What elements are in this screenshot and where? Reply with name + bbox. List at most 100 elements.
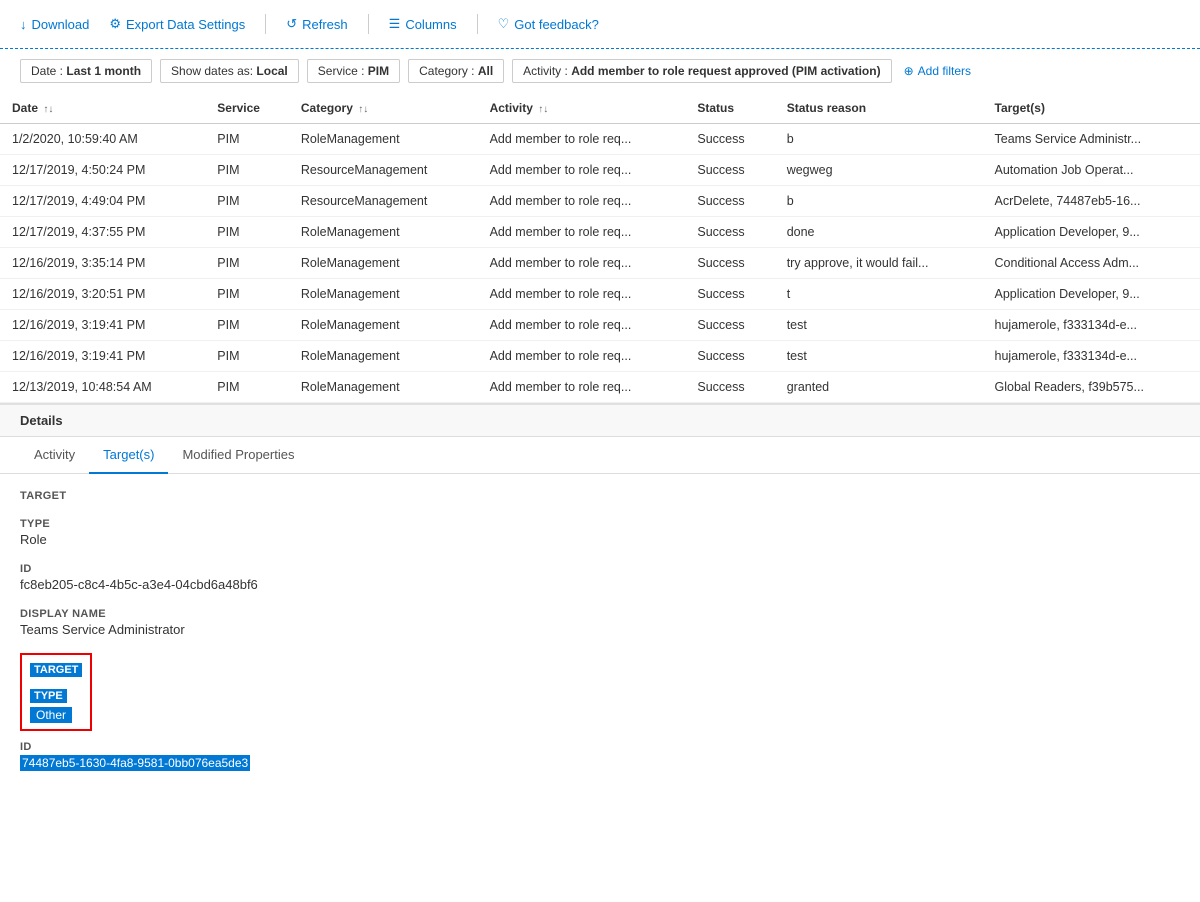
cell-status_reason: done [775, 217, 983, 248]
details-tabs: Activity Target(s) Modified Properties [0, 437, 1200, 474]
cell-date: 12/13/2019, 10:48:54 AM [0, 372, 205, 403]
table-row[interactable]: 12/16/2019, 3:19:41 PMPIMRoleManagementA… [0, 310, 1200, 341]
col-header-category[interactable]: Category ↑↓ [289, 93, 478, 124]
filter-chip-category[interactable]: Category : All [408, 59, 504, 83]
cell-service: PIM [205, 186, 289, 217]
feedback-icon: ♡ [498, 16, 510, 32]
details-header: Details [0, 405, 1200, 437]
table-row[interactable]: 12/17/2019, 4:50:24 PMPIMResourceManagem… [0, 155, 1200, 186]
cell-activity: Add member to role req... [478, 279, 686, 310]
cell-date: 12/16/2019, 3:19:41 PM [0, 341, 205, 372]
cell-status_reason: granted [775, 372, 983, 403]
download-button[interactable]: ↓ Download [20, 17, 89, 32]
table-header-row: Date ↑↓ Service Category ↑↓ Activity ↑↓ … [0, 93, 1200, 124]
id-value-2[interactable]: 74487eb5-1630-4fa8-9581-0bb076ea5de3 [20, 755, 250, 771]
cell-targets: Global Readers, f39b575... [983, 372, 1200, 403]
id-label-2: ID [20, 741, 1180, 753]
cell-status: Success [685, 124, 774, 155]
highlighted-target-block: TARGET TYPE Other [20, 653, 92, 731]
cell-status_reason: b [775, 186, 983, 217]
separator-3 [477, 14, 478, 34]
cell-status: Success [685, 372, 774, 403]
cell-date: 12/17/2019, 4:50:24 PM [0, 155, 205, 186]
add-filters-button[interactable]: ⊕ Add filters [904, 64, 971, 78]
table-row[interactable]: 12/17/2019, 4:37:55 PMPIMRoleManagementA… [0, 217, 1200, 248]
cell-date: 1/2/2020, 10:59:40 AM [0, 124, 205, 155]
refresh-button[interactable]: ↺ Refresh [286, 16, 347, 32]
filter-chip-service[interactable]: Service : PIM [307, 59, 400, 83]
filter-chip-show-dates[interactable]: Show dates as: Local [160, 59, 299, 83]
cell-service: PIM [205, 248, 289, 279]
cell-date: 12/16/2019, 3:19:41 PM [0, 310, 205, 341]
separator-2 [368, 14, 369, 34]
cell-targets: Application Developer, 9... [983, 279, 1200, 310]
highlight-type-value: Other [30, 707, 72, 723]
table-row[interactable]: 1/2/2020, 10:59:40 AMPIMRoleManagementAd… [0, 124, 1200, 155]
col-header-status-reason[interactable]: Status reason [775, 93, 983, 124]
toolbar: ↓ Download ⚙ Export Data Settings ↺ Refr… [0, 0, 1200, 49]
cell-category: RoleManagement [289, 341, 478, 372]
table-row[interactable]: 12/13/2019, 10:48:54 AMPIMRoleManagement… [0, 372, 1200, 403]
table-row[interactable]: 12/16/2019, 3:19:41 PMPIMRoleManagementA… [0, 341, 1200, 372]
highlight-type-label: TYPE [30, 689, 67, 703]
cell-activity: Add member to role req... [478, 372, 686, 403]
id-section-1: ID fc8eb205-c8c4-4b5c-a3e4-04cbd6a48bf6 [20, 563, 1180, 592]
filter-chip-activity[interactable]: Activity : Add member to role request ap… [512, 59, 891, 83]
cell-targets: AcrDelete, 74487eb5-16... [983, 186, 1200, 217]
cell-status_reason: wegweg [775, 155, 983, 186]
add-filter-icon: ⊕ [904, 64, 914, 78]
col-header-activity[interactable]: Activity ↑↓ [478, 93, 686, 124]
cell-status_reason: try approve, it would fail... [775, 248, 983, 279]
id-label-1: ID [20, 563, 1180, 575]
cell-service: PIM [205, 155, 289, 186]
table-row[interactable]: 12/16/2019, 3:20:51 PMPIMRoleManagementA… [0, 279, 1200, 310]
cell-status_reason: t [775, 279, 983, 310]
cell-activity: Add member to role req... [478, 248, 686, 279]
target-section-1: TARGET [20, 490, 1180, 502]
cell-status: Success [685, 341, 774, 372]
table-row[interactable]: 12/16/2019, 3:35:14 PMPIMRoleManagementA… [0, 248, 1200, 279]
tab-modified-properties[interactable]: Modified Properties [168, 437, 308, 474]
cell-targets: Automation Job Operat... [983, 155, 1200, 186]
cell-category: RoleManagement [289, 372, 478, 403]
target-label-1: TARGET [20, 490, 1180, 502]
cell-activity: Add member to role req... [478, 155, 686, 186]
cell-service: PIM [205, 217, 289, 248]
cell-date: 12/16/2019, 3:20:51 PM [0, 279, 205, 310]
cell-date: 12/17/2019, 4:49:04 PM [0, 186, 205, 217]
tab-targets[interactable]: Target(s) [89, 437, 168, 474]
cell-status: Success [685, 248, 774, 279]
cell-status_reason: test [775, 341, 983, 372]
tab-activity[interactable]: Activity [20, 437, 89, 474]
filter-bar: Date : Last 1 month Show dates as: Local… [0, 49, 1200, 93]
type-section-1: TYPE Role [20, 518, 1180, 547]
cell-date: 12/16/2019, 3:35:14 PM [0, 248, 205, 279]
cell-status: Success [685, 217, 774, 248]
col-header-service[interactable]: Service [205, 93, 289, 124]
col-header-date[interactable]: Date ↑↓ [0, 93, 205, 124]
cell-category: ResourceManagement [289, 186, 478, 217]
col-header-targets[interactable]: Target(s) [983, 93, 1200, 124]
id-value-1: fc8eb205-c8c4-4b5c-a3e4-04cbd6a48bf6 [20, 577, 1180, 592]
type-label-1: TYPE [20, 518, 1180, 530]
cell-activity: Add member to role req... [478, 310, 686, 341]
cell-status_reason: test [775, 310, 983, 341]
cell-targets: Teams Service Administr... [983, 124, 1200, 155]
cell-category: RoleManagement [289, 248, 478, 279]
cell-targets: Conditional Access Adm... [983, 248, 1200, 279]
cell-status_reason: b [775, 124, 983, 155]
cell-category: RoleManagement [289, 279, 478, 310]
cell-targets: hujamerole, f333134d-e... [983, 341, 1200, 372]
feedback-button[interactable]: ♡ Got feedback? [498, 16, 599, 32]
cell-targets: Application Developer, 9... [983, 217, 1200, 248]
cell-status: Success [685, 279, 774, 310]
cell-service: PIM [205, 279, 289, 310]
columns-button[interactable]: ☰ Columns [389, 16, 457, 32]
separator-1 [265, 14, 266, 34]
export-button[interactable]: ⚙ Export Data Settings [109, 16, 245, 32]
col-header-status[interactable]: Status [685, 93, 774, 124]
filter-chip-date[interactable]: Date : Last 1 month [20, 59, 152, 83]
cell-activity: Add member to role req... [478, 217, 686, 248]
cell-status: Success [685, 186, 774, 217]
table-row[interactable]: 12/17/2019, 4:49:04 PMPIMResourceManagem… [0, 186, 1200, 217]
